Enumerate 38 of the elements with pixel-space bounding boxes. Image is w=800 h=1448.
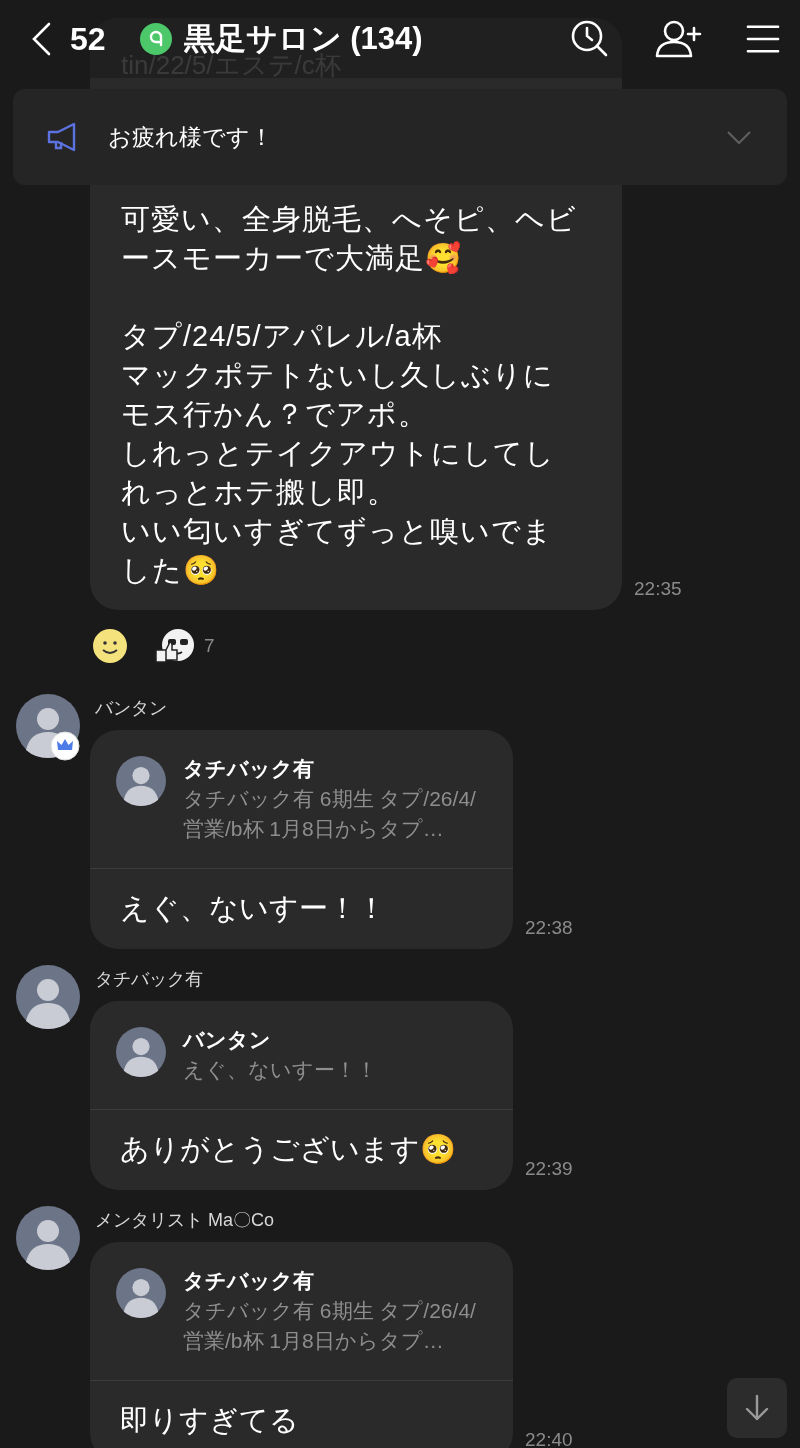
timestamp: 22:39 [525, 1158, 573, 1180]
message-text: 即りすぎてる [120, 1403, 300, 1438]
sender-name: バンタン [95, 697, 168, 720]
message-text: 可愛い、全身脱毛、へそピ、ヘビースモーカーで大満足🥰 [121, 202, 578, 276]
message-text: マックポテトないし久しぶりにモス行かん？でアポ。 [121, 358, 555, 432]
back-button[interactable]: 52 [30, 20, 106, 58]
user-avatar [116, 756, 166, 806]
announcement-text: お疲れ様です！ [108, 122, 273, 152]
quoted-sender: タチバック有 [183, 1268, 315, 1294]
quoted-sender: バンタン [183, 1027, 272, 1053]
chevron-down-icon[interactable] [725, 128, 753, 146]
quoted-text: えぐ、ないすー！！ [183, 1057, 378, 1083]
reaction-count: 7 [204, 635, 215, 657]
quoted-text: タチバック有 6期生 タプ/26/4/営業/b杯 1月8日からタプ… [183, 786, 477, 842]
open-chat-icon [139, 23, 172, 55]
message-text: えぐ、ないすー！！ [120, 891, 387, 926]
message-text: いい匂いすぎてずっと嗅いでました🥺 [121, 514, 554, 588]
unread-count: 52 [70, 20, 106, 58]
quoted-text: タチバック有 6期生 タプ/26/4/営業/b杯 1月8日からタプ… [183, 1298, 477, 1354]
menu-icon[interactable] [746, 22, 780, 56]
timestamp: 22:38 [525, 917, 573, 939]
message-text: ありがとうございます🥺 [120, 1132, 458, 1167]
quoted-sender: タチバック有 [183, 756, 315, 782]
smiley-icon[interactable] [92, 628, 128, 664]
message-text: タプ/24/5/アパレル/a杯 [121, 319, 443, 354]
sender-name: メンタリスト Ma〇Co [95, 1209, 275, 1232]
face-thumbs-up-icon[interactable] [154, 628, 196, 664]
search-icon[interactable] [570, 19, 610, 59]
announcement-banner[interactable]: お疲れ様です！ [13, 89, 787, 185]
back-chevron-icon [30, 22, 52, 56]
sender-name: タチバック有 [95, 968, 204, 991]
timestamp: 22:35 [634, 578, 682, 600]
timestamp: 22:40 [525, 1429, 573, 1448]
user-avatar [116, 1027, 166, 1077]
scroll-down-button[interactable] [727, 1378, 787, 1438]
add-friend-icon[interactable] [654, 19, 702, 59]
user-avatar [116, 1268, 166, 1318]
message-text: しれっとテイクアウトにしてしれっとホテ搬し即。 [121, 436, 556, 510]
